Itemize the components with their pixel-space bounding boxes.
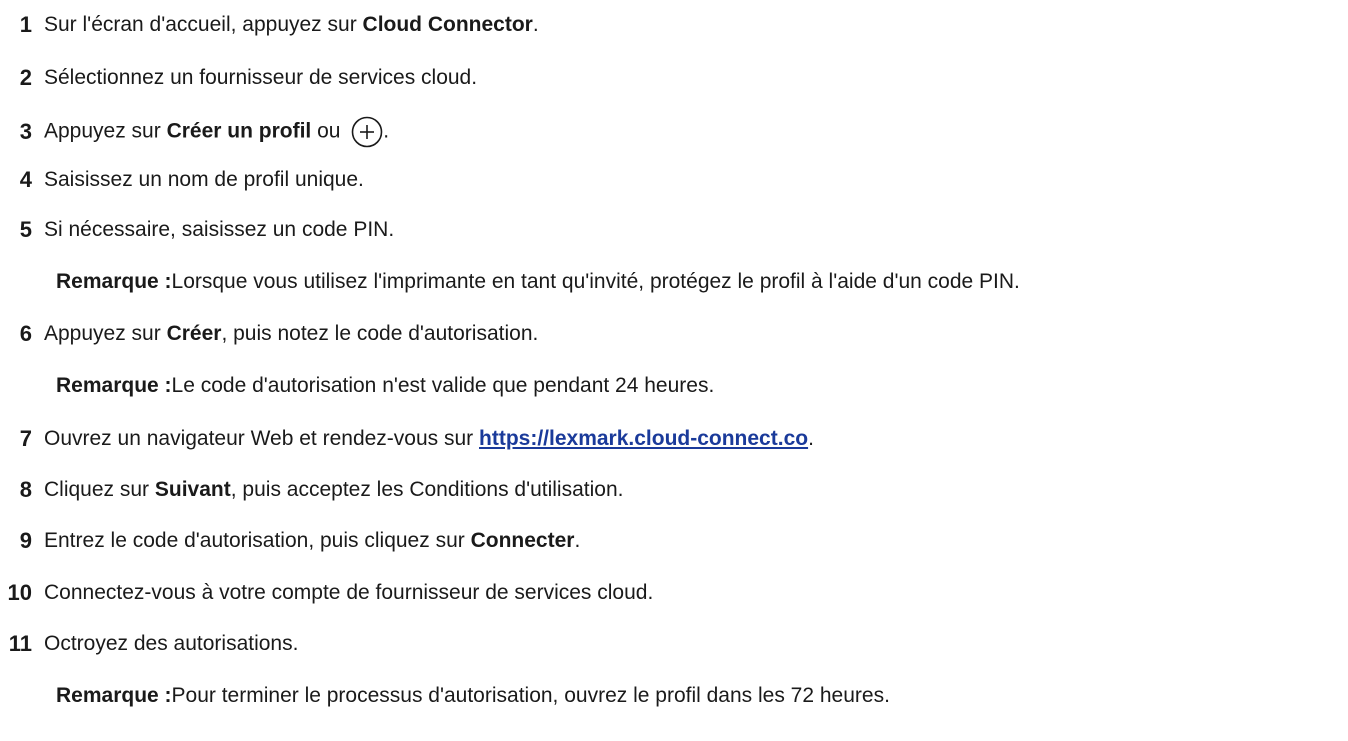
step-number: 3 (19, 119, 32, 144)
step-number: 1 (19, 12, 32, 37)
step-text: Connectez-vous à votre compte de fournis… (44, 581, 654, 604)
note-step-5: Remarque : Lorsque vous utilisez l'impri… (56, 266, 1020, 298)
step-number: 4 (19, 167, 32, 192)
step-number: 9 (19, 528, 32, 553)
step-7: 7 Ouvrez un navigateur Web et rendez-vou… (0, 423, 1348, 455)
step-9: 9 Entrez le code d'autorisation, puis cl… (0, 525, 1348, 557)
note-step-6: Remarque : Le code d'autorisation n'est … (56, 370, 714, 402)
step-5: 5 Si nécessaire, saisissez un code PIN. (0, 214, 1348, 246)
ui-term: Connecter (470, 529, 575, 552)
step-number: 7 (19, 426, 32, 451)
step-number: 11 (8, 631, 32, 656)
lexmark-cloud-link[interactable]: https://lexmark.cloud-connect.co (479, 427, 808, 450)
step-text: Si nécessaire, saisissez un code PIN. (44, 218, 395, 241)
ui-term: Cloud Connector (362, 13, 533, 36)
note-label: Remarque : (56, 684, 172, 707)
note-text: Lorsque vous utilisez l'imprimante en ta… (171, 270, 1020, 293)
step-number: 2 (19, 65, 32, 90)
step-text: Appuyez sur Créer un profil ou . (44, 116, 389, 148)
step-text: Octroyez des autorisations. (44, 632, 299, 655)
step-number: 8 (19, 477, 32, 502)
step-text: Ouvrez un navigateur Web et rendez-vous … (44, 427, 814, 450)
ui-term: Créer un profil (166, 119, 312, 143)
plus-circle-icon (351, 116, 383, 148)
note-label: Remarque : (56, 270, 172, 293)
note-text: Pour terminer le processus d'autorisatio… (171, 684, 890, 707)
step-text: Appuyez sur Créer, puis notez le code d'… (44, 322, 539, 345)
step-text: Saisissez un nom de profil unique. (44, 168, 364, 191)
step-3: 3 Appuyez sur Créer un profil ou . (0, 116, 1348, 148)
ui-term: Suivant (154, 478, 231, 501)
step-10: 10 Connectez-vous à votre compte de four… (0, 577, 1348, 609)
step-11: 11 Octroyez des autorisations. (0, 628, 1348, 660)
note-text: Le code d'autorisation n'est valide que … (171, 374, 715, 397)
step-number: 5 (19, 217, 32, 242)
step-8: 8 Cliquez sur Suivant, puis acceptez les… (0, 474, 1348, 506)
step-number: 6 (19, 321, 32, 346)
instruction-document: 1 Sur l'écran d'accueil, appuyez sur Clo… (0, 0, 1348, 741)
step-text: Entrez le code d'autorisation, puis cliq… (44, 529, 581, 552)
note-label: Remarque : (56, 374, 172, 397)
step-4: 4 Saisissez un nom de profil unique. (0, 164, 1348, 196)
ui-term: Créer (166, 322, 222, 345)
step-6: 6 Appuyez sur Créer, puis notez le code … (0, 318, 1348, 350)
step-1: 1 Sur l'écran d'accueil, appuyez sur Clo… (0, 9, 1348, 41)
step-text: Sélectionnez un fournisseur de services … (44, 66, 478, 89)
note-step-11: Remarque : Pour terminer le processus d'… (56, 680, 890, 712)
step-text: Sur l'écran d'accueil, appuyez sur Cloud… (44, 13, 539, 36)
step-text: Cliquez sur Suivant, puis acceptez les C… (44, 478, 624, 501)
step-2: 2 Sélectionnez un fournisseur de service… (0, 62, 1348, 94)
step-number: 10 (7, 580, 32, 605)
